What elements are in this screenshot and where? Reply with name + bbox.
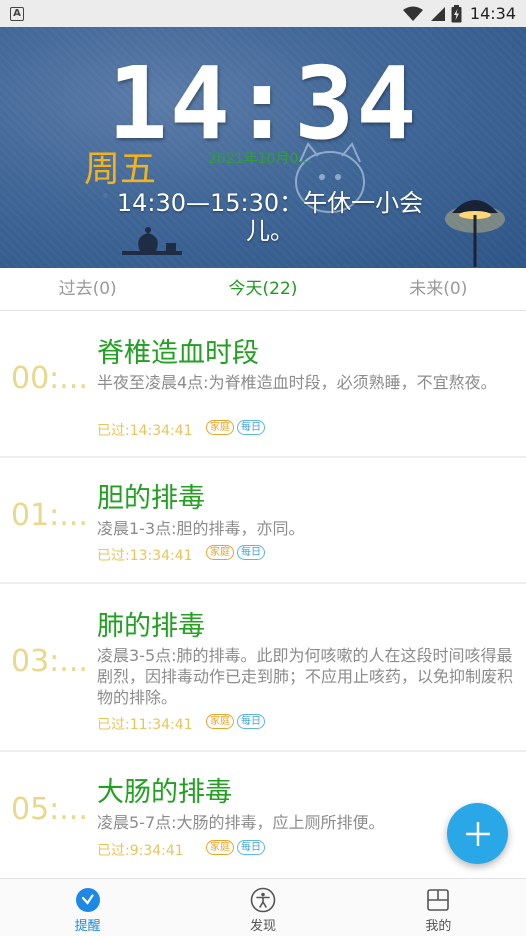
- plus-icon: [465, 821, 490, 846]
- schedule-line-1: 14:30—15:30：午休一小会: [116, 189, 424, 217]
- signal-icon: [430, 6, 445, 21]
- battery-charging-icon: [451, 4, 462, 22]
- item-title: 脊椎造血时段: [97, 338, 259, 369]
- tag-daily: 每日: [237, 714, 265, 729]
- add-reminder-button[interactable]: [447, 803, 508, 864]
- item-passed-time: 已过:11:34:41: [97, 717, 193, 733]
- wifi-icon: [402, 6, 423, 21]
- bottom-nav: 提醒 发现 我的: [0, 878, 526, 936]
- weekday-label: 周五: [84, 149, 157, 190]
- list-item[interactable]: 03:... 肺的排毒 凌晨3-5点:肺的排毒。此即为何咳嗽的人在这段时间咳得最…: [0, 584, 526, 750]
- item-hour: 01:...: [11, 498, 88, 533]
- date-label: 2021年10月0...: [208, 151, 312, 167]
- tag-family: 家庭: [206, 714, 234, 729]
- clock-icon: [75, 888, 100, 912]
- nav-discover[interactable]: 发现: [175, 879, 350, 936]
- status-bar: A 14:34: [0, 0, 526, 27]
- tag-daily: 每日: [237, 545, 265, 560]
- time-tabs: 过去(0) 今天(22) 未来(0): [0, 268, 526, 311]
- item-passed-time: 已过:14:34:41: [97, 423, 193, 439]
- a-icon: A: [10, 6, 24, 21]
- item-title: 胆的排毒: [97, 483, 205, 514]
- list-item[interactable]: 01:... 胆的排毒 凌晨1-3点:胆的排毒，亦同。 已过:13:34:41 …: [0, 458, 526, 582]
- item-desc: 凌晨3-5点:肺的排毒。此即为何咳嗽的人在这段时间咳得最剧烈，因排毒动作已走到肺…: [97, 646, 514, 707]
- header-banner: 14:34 周五 2021年10月0... 14:30—15:30：午休一小会 …: [0, 27, 526, 268]
- item-desc: 凌晨1-3点:胆的排毒，亦同。: [97, 519, 305, 538]
- item-passed-time: 已过:13:34:41: [97, 548, 193, 564]
- tag-daily: 每日: [237, 840, 265, 855]
- item-hour: 03:...: [11, 644, 88, 679]
- tab-future[interactable]: 未来(0): [351, 268, 526, 310]
- list-item[interactable]: 05:... 大肠的排毒 凌晨5-7点:大肠的排毒，应上厕所排便。 已过:9:3…: [0, 752, 526, 878]
- nav-mine[interactable]: 我的: [351, 879, 526, 936]
- item-title: 肺的排毒: [97, 611, 205, 642]
- tag-family: 家庭: [206, 420, 234, 435]
- item-passed-time: 已过:9:34:41: [97, 843, 184, 859]
- nav-reminders[interactable]: 提醒: [0, 879, 175, 936]
- accessibility-icon: [250, 887, 276, 913]
- tab-past[interactable]: 过去(0): [0, 268, 175, 310]
- list-item[interactable]: 00:... 脊椎造血时段 半夜至凌晨4点:为脊椎造血时段，必须熟睡，不宜熬夜。…: [0, 311, 526, 456]
- tag-family: 家庭: [206, 545, 234, 560]
- status-time: 14:34: [469, 4, 516, 23]
- item-title: 大肠的排毒: [97, 777, 232, 808]
- big-clock: 14:34: [107, 45, 419, 162]
- item-hour: 05:...: [11, 792, 88, 827]
- nav-label: 发现: [249, 919, 276, 934]
- item-desc: 半夜至凌晨4点:为脊椎造血时段，必须熟睡，不宜熬夜。: [97, 373, 497, 392]
- profile-icon: [427, 889, 450, 911]
- nav-label: 提醒: [74, 919, 101, 934]
- nav-label: 我的: [425, 919, 452, 934]
- lamp-icon: [445, 200, 505, 267]
- tag-family: 家庭: [206, 840, 234, 855]
- teapot-icon: [122, 227, 182, 255]
- tab-today[interactable]: 今天(22): [175, 268, 350, 310]
- tag-daily: 每日: [237, 420, 265, 435]
- item-hour: 00:...: [11, 361, 88, 396]
